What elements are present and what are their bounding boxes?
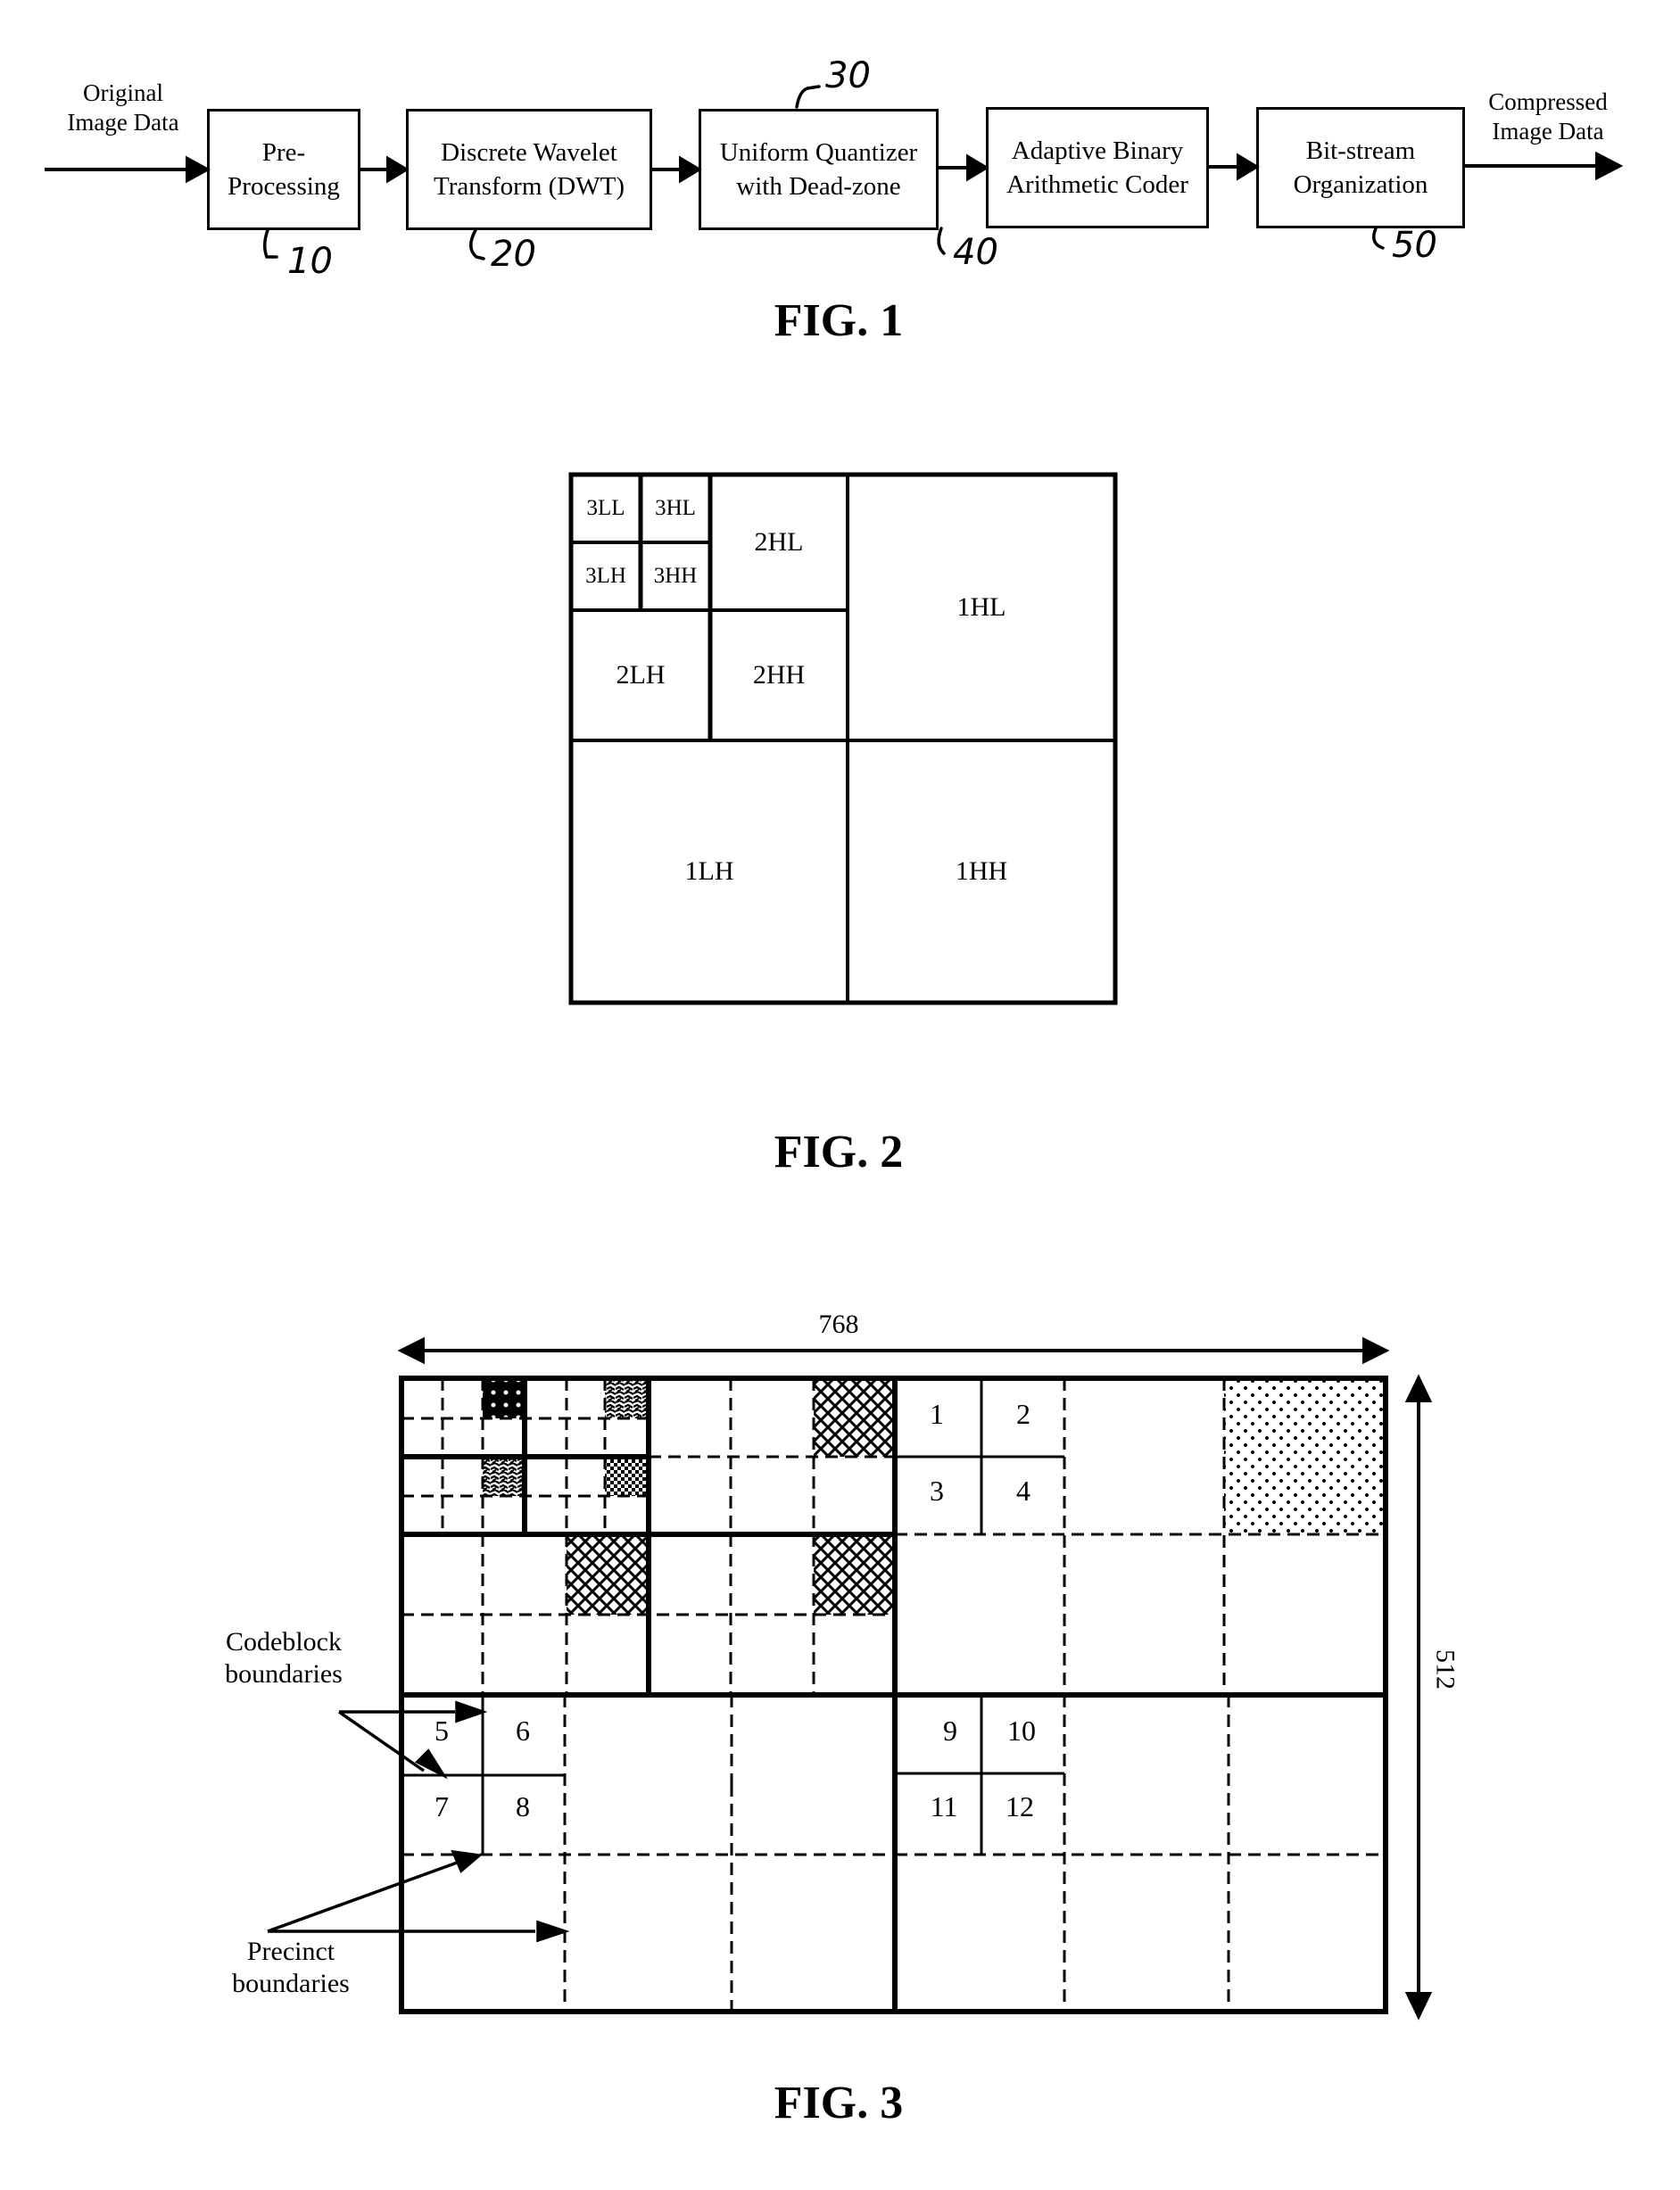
precinct-pointer-1: [267, 1860, 460, 1933]
shaded-block-3hl: [605, 1380, 648, 1418]
arrowhead-up: [1404, 1374, 1433, 1402]
codeblock-pointer-2: [338, 1710, 425, 1773]
height-label: 512: [1430, 1649, 1461, 1690]
codeblock-number-2: 2: [1016, 1398, 1030, 1430]
shaded-block-2hh: [814, 1536, 895, 1615]
codeblock-number-10: 10: [1007, 1715, 1036, 1747]
label-line: boundaries: [232, 1969, 350, 1998]
shaded-block-3hh: [605, 1458, 648, 1496]
codeblock-number-7: 7: [434, 1790, 449, 1822]
shaded-block-3ll: [483, 1380, 524, 1418]
shaded-block-2lh: [567, 1536, 648, 1615]
label-line: Codeblock: [226, 1627, 342, 1657]
codeblock-number-3: 3: [930, 1475, 944, 1507]
width-label: 768: [818, 1310, 859, 1339]
arrowhead-down: [1404, 1992, 1433, 2021]
arrowhead-right: [1362, 1336, 1390, 1365]
label-line: Precinct: [246, 1937, 335, 1966]
fig3-caption: FIG. 3: [774, 2078, 904, 2128]
codeblock-number-11: 11: [930, 1790, 958, 1822]
codeblock-number-5: 5: [434, 1715, 449, 1747]
codeblock-number-9: 9: [943, 1715, 957, 1747]
shaded-block-1hl: [1224, 1380, 1385, 1534]
codeblock-number-8: 8: [516, 1790, 530, 1822]
codeblock-number-12: 12: [1006, 1790, 1034, 1822]
label-line: boundaries: [225, 1659, 343, 1689]
shaded-block-2hl: [814, 1380, 895, 1457]
codeblock-boundaries-label: Codeblock boundaries: [203, 1626, 364, 1690]
shaded-block-3lh: [483, 1458, 524, 1496]
arrowhead-left: [397, 1336, 425, 1365]
codeblock-number-4: 4: [1016, 1475, 1030, 1507]
codeblock-number-1: 1: [930, 1398, 944, 1430]
fig3-grid: [267, 1336, 1433, 2021]
codeblock-number-6: 6: [516, 1715, 530, 1747]
precinct-boundaries-label: Precinct boundaries: [211, 1936, 371, 2000]
